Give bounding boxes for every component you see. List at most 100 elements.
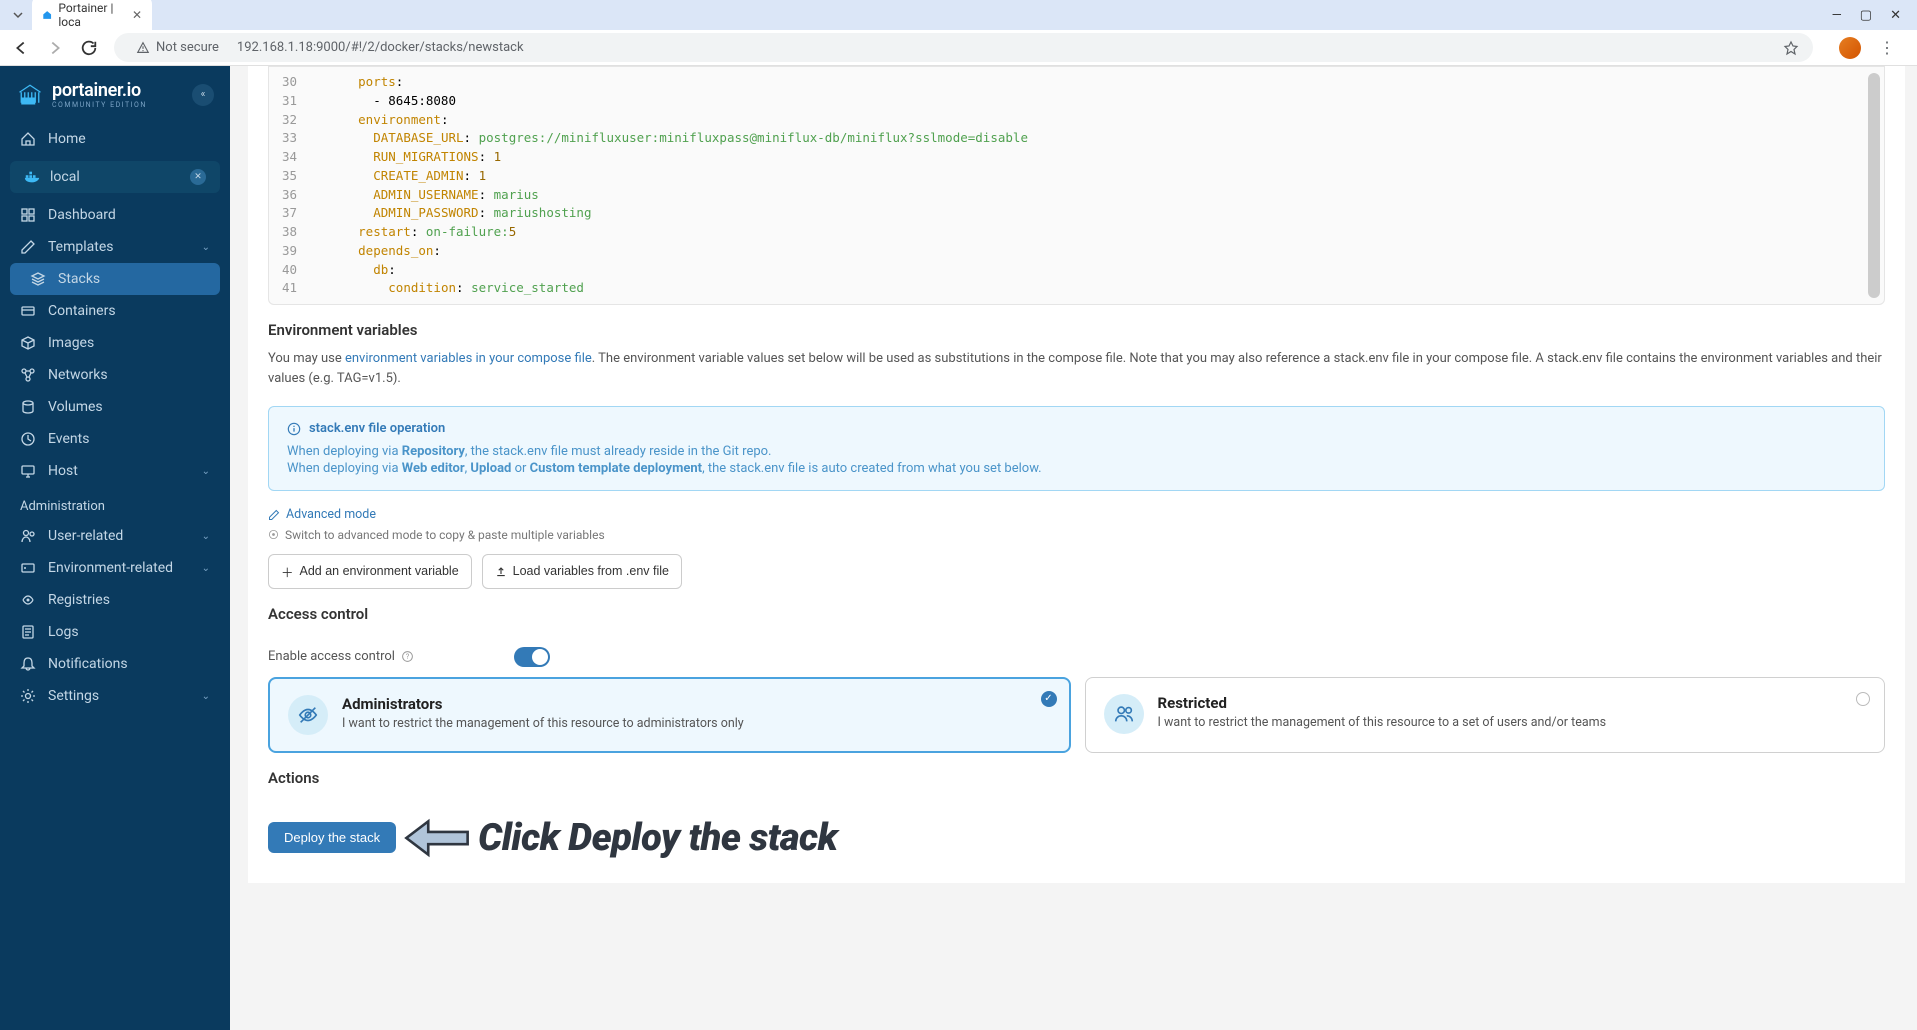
volumes-icon [20, 399, 36, 415]
sidebar-item-host[interactable]: Host ⌄ [0, 455, 230, 487]
sidebar-label: Environment-related [48, 560, 173, 576]
sidebar-environment[interactable]: local ✕ [10, 161, 220, 193]
chevron-down-icon: ⌄ [202, 466, 210, 477]
registries-icon [20, 592, 36, 608]
code-line[interactable]: 38 restart: on-failure:5 [269, 223, 1884, 242]
logs-icon [20, 624, 36, 640]
sidebar-item-stacks[interactable]: Stacks [10, 263, 220, 295]
tab-close-icon[interactable]: ✕ [132, 8, 142, 22]
sidebar-item-user-related[interactable]: User-related ⌄ [0, 520, 230, 552]
selected-check-icon: ✓ [1041, 691, 1057, 707]
minimize-icon[interactable]: — [1832, 8, 1842, 23]
back-icon[interactable] [12, 39, 30, 57]
templates-icon [20, 239, 36, 255]
warning-icon [136, 41, 150, 55]
access-control-toggle[interactable] [514, 647, 550, 667]
code-line[interactable]: 39 depends_on: [269, 242, 1884, 261]
sidebar-label: Containers [48, 303, 116, 319]
code-line[interactable]: 34 RUN_MIGRATIONS: 1 [269, 148, 1884, 167]
sidebar-label: Settings [48, 688, 99, 704]
code-line[interactable]: 37 ADMIN_PASSWORD: mariushosting [269, 204, 1884, 223]
advanced-mode-link[interactable]: Advanced mode [268, 507, 376, 522]
sidebar: portainer.io COMMUNITY EDITION « Home lo… [0, 66, 230, 1030]
sidebar-item-volumes[interactable]: Volumes [0, 391, 230, 423]
code-line[interactable]: 32 environment: [269, 111, 1884, 130]
bookmark-star-icon[interactable] [1783, 40, 1799, 56]
sidebar-item-networks[interactable]: Networks [0, 359, 230, 391]
events-icon [20, 431, 36, 447]
help-icon[interactable]: ? [401, 650, 414, 663]
sidebar-label: Home [48, 131, 86, 147]
sidebar-item-logs[interactable]: Logs [0, 616, 230, 648]
sidebar-collapse-button[interactable]: « [192, 84, 214, 106]
reload-icon[interactable] [80, 39, 98, 57]
deploy-stack-button[interactable]: Deploy the stack [268, 822, 396, 853]
browser-menu-icon[interactable]: ⋮ [1879, 38, 1895, 57]
sidebar-label: Logs [48, 624, 79, 640]
images-icon [20, 335, 36, 351]
sidebar-item-containers[interactable]: Containers [0, 295, 230, 327]
sidebar-label: Events [48, 431, 89, 447]
sidebar-item-registries[interactable]: Registries [0, 584, 230, 616]
browser-nav-bar: Not secure 192.168.1.18:9000/#!/2/docker… [0, 30, 1917, 66]
add-env-var-button[interactable]: ＋ Add an environment variable [268, 554, 472, 589]
chevron-down-icon: ⌄ [202, 563, 210, 574]
address-bar[interactable]: Not secure 192.168.1.18:9000/#!/2/docker… [114, 33, 1813, 62]
admin-section-label: Administration [0, 487, 230, 520]
enable-access-label: Enable access control ? [268, 649, 414, 664]
sidebar-item-environment-related[interactable]: Environment-related ⌄ [0, 552, 230, 584]
info-icon [287, 422, 301, 436]
sidebar-label: Registries [48, 592, 110, 608]
sidebar-label: Dashboard [48, 207, 116, 223]
logo-subtitle: COMMUNITY EDITION [52, 101, 147, 109]
environment-close-icon[interactable]: ✕ [190, 169, 206, 185]
sidebar-item-notifications[interactable]: Notifications [0, 648, 230, 680]
sidebar-label: User-related [48, 528, 123, 544]
sidebar-item-events[interactable]: Events [0, 423, 230, 455]
sidebar-item-settings[interactable]: Settings ⌄ [0, 680, 230, 712]
card-description: I want to restrict the management of thi… [342, 716, 1051, 731]
users-icon [1104, 694, 1144, 734]
docker-icon [24, 169, 40, 185]
actions-title: Actions [268, 769, 1885, 787]
edit-icon [268, 509, 280, 521]
code-line[interactable]: 41 condition: service_started [269, 279, 1884, 298]
notifications-icon [20, 656, 36, 672]
portainer-logo-icon [16, 80, 44, 108]
code-line[interactable]: 35 CREATE_ADMIN: 1 [269, 167, 1884, 186]
portainer-logo[interactable]: portainer.io COMMUNITY EDITION [16, 80, 147, 109]
code-line[interactable]: 31 - 8645:8080 [269, 92, 1884, 111]
svg-text:?: ? [406, 652, 410, 661]
advanced-hint: Switch to advanced mode to copy & paste … [268, 528, 1885, 542]
code-editor[interactable]: 30 ports:31 - 8645:808032 environment:33… [268, 66, 1885, 305]
maximize-icon[interactable]: ▢ [1860, 8, 1872, 23]
sidebar-label: Templates [48, 239, 114, 255]
portainer-favicon-icon [42, 8, 52, 22]
forward-icon[interactable] [46, 39, 64, 57]
close-window-icon[interactable]: ✕ [1890, 8, 1901, 23]
tab-title: Portainer | loca [58, 1, 118, 29]
security-status: Not secure [156, 40, 219, 55]
browser-tab[interactable]: Portainer | loca ✕ [32, 0, 152, 34]
profile-avatar[interactable] [1839, 37, 1861, 59]
code-line[interactable]: 36 ADMIN_USERNAME: marius [269, 186, 1884, 205]
main-content: 30 ports:31 - 8645:808032 environment:33… [230, 66, 1917, 1030]
tab-list-dropdown[interactable] [8, 5, 28, 25]
sidebar-item-dashboard[interactable]: Dashboard [0, 199, 230, 231]
sidebar-item-templates[interactable]: Templates ⌄ [0, 231, 230, 263]
load-env-file-button[interactable]: Load variables from .env file [482, 554, 682, 589]
env-help-link[interactable]: environment variables in your compose fi… [345, 351, 592, 366]
plus-icon: ＋ [281, 562, 294, 581]
sidebar-item-images[interactable]: Images [0, 327, 230, 359]
code-line[interactable]: 33 DATABASE_URL: postgres://minifluxuser… [269, 129, 1884, 148]
card-description: I want to restrict the management of thi… [1158, 715, 1867, 730]
code-line[interactable]: 40 db: [269, 261, 1884, 280]
editor-scrollbar[interactable] [1868, 73, 1880, 298]
access-option-restricted[interactable]: Restricted I want to restrict the manage… [1085, 677, 1886, 753]
annotation-arrow-icon [402, 813, 472, 863]
access-option-administrators[interactable]: Administrators I want to restrict the ma… [268, 677, 1071, 753]
code-line[interactable]: 30 ports: [269, 73, 1884, 92]
sidebar-item-home[interactable]: Home [0, 123, 230, 155]
env-vars-title: Environment variables [268, 321, 1885, 339]
sidebar-label: Volumes [48, 399, 103, 415]
